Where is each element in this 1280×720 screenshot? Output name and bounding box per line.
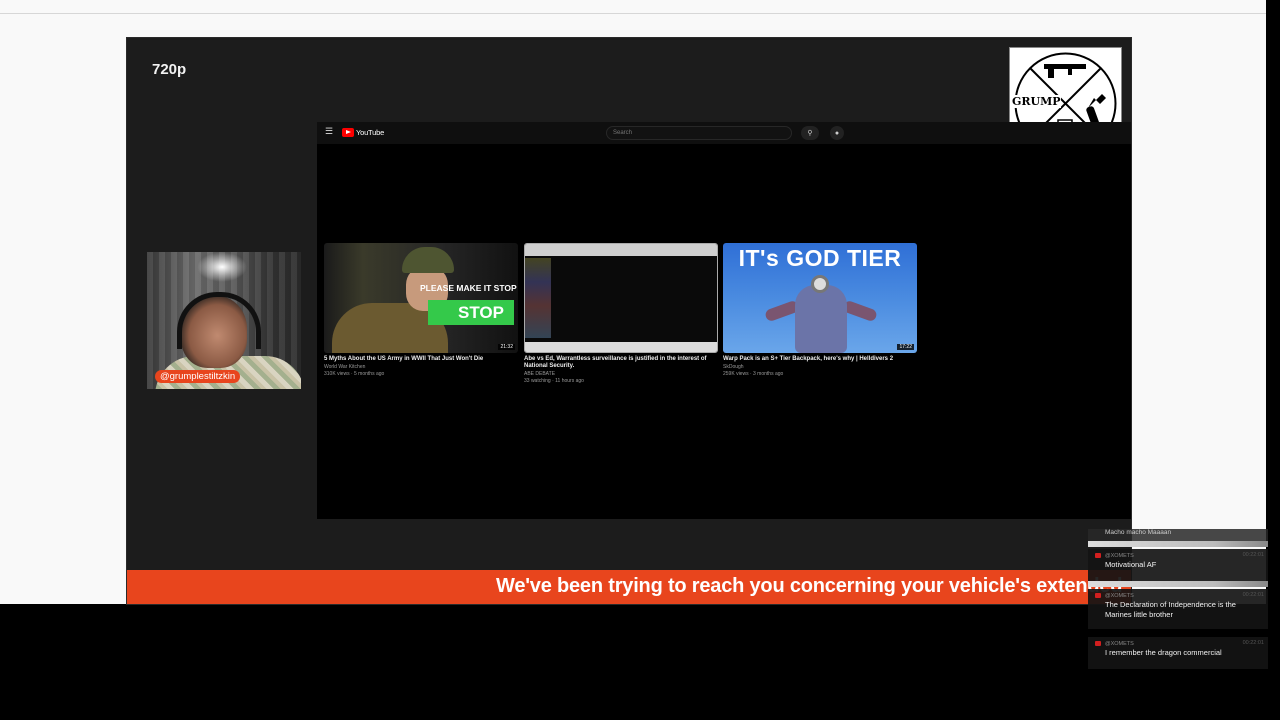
youtube-icon [1095, 593, 1101, 598]
news-ticker: We've been trying to reach you concernin… [127, 570, 1131, 604]
chat-text: The Declaration of Independence is the M… [1105, 600, 1236, 619]
studio-light [197, 252, 247, 282]
page-divider [0, 13, 1266, 14]
search-button[interactable]: ⚲ [801, 126, 819, 140]
thumbnail-caption: IT's GOD TIER [738, 245, 902, 271]
video-channel[interactable]: SkDough [723, 364, 917, 370]
thumbnail-header [525, 244, 717, 256]
video-title[interactable]: 5 Myths About the US Army in WWII That J… [324, 356, 518, 363]
video-meta: 310K views · 5 months ago [324, 371, 385, 377]
chat-timestamp: 00:22:01 [1242, 592, 1264, 598]
video-title[interactable]: Abe vs Ed, Warrantless surveillance is j… [524, 356, 718, 370]
helmet-icon [402, 247, 454, 273]
video-thumbnail[interactable]: PLEASE MAKE IT STOP STOP 21:32 [324, 243, 518, 353]
video-meta: 33 watching · 11 hours ago [524, 378, 584, 384]
streamer-username-tag: @grumplestiltzkin [155, 370, 241, 383]
quality-label: 720p [152, 61, 187, 78]
video-meta: 259K views · 3 months ago [723, 371, 784, 377]
chat-text: Motivational AF [1105, 560, 1157, 569]
chat-divider [1088, 541, 1268, 547]
hamburger-icon[interactable]: ☰ [325, 126, 333, 137]
chat-timestamp: 00:22:01 [1242, 552, 1264, 558]
stream-player[interactable]: 720p GRUMP @grumplestiltzkin ☰ YouTube S… [127, 38, 1131, 604]
video-channel[interactable]: ABE DEBATE [524, 371, 718, 377]
chat-username: @XOMETS [1105, 641, 1134, 647]
thumbnail-footer [525, 342, 717, 352]
youtube-search-input[interactable]: Search [606, 126, 792, 140]
logo-text: GRUMP [1012, 95, 1061, 108]
video-title[interactable]: Warp Pack is an S+ Tier Backpack, here's… [723, 356, 917, 363]
search-icon: ⚲ [807, 130, 813, 137]
video-duration: 21:32 [498, 344, 515, 350]
mic-button[interactable]: ● [830, 126, 844, 140]
chat-message: @XOMETS 00:22:01 The Declaration of Inde… [1088, 589, 1268, 629]
chat-message: @XOMETS 00:22:01 Motivational AF [1088, 549, 1268, 581]
youtube-logo-text[interactable]: YouTube [356, 128, 384, 137]
video-duration: 17:22 [897, 344, 914, 350]
chat-username: @XOMETS [1105, 593, 1134, 599]
browser-page: 720p GRUMP @grumplestiltzkin ☰ YouTube S… [0, 0, 1280, 604]
chat-message: @XOMETS 00:22:01 I remember the dragon c… [1088, 637, 1268, 669]
robot-eye-icon [811, 275, 829, 293]
youtube-window[interactable]: ☰ YouTube Search ⚲ ● PLEASE MAKE IT STOP… [317, 122, 1131, 519]
video-channel[interactable]: World War Kitchen [324, 364, 518, 370]
youtube-icon [1095, 553, 1101, 558]
thumbnail-caption: PLEASE MAKE IT STOP [420, 283, 517, 293]
chat-username: @XOMETS [1105, 553, 1134, 559]
video-card[interactable]: Abe vs Ed, Warrantless surveillance is j… [524, 243, 718, 398]
youtube-topbar: ☰ YouTube Search ⚲ ● [317, 122, 1131, 144]
chat-text: I remember the dragon commercial [1105, 648, 1222, 657]
scrollbar-track[interactable] [1266, 0, 1280, 604]
thumbnail-robot [795, 285, 847, 353]
thumbnail-robot-arm [841, 299, 879, 323]
chat-overlay: Macho macho Maaaan @XOMETS 00:22:01 Moti… [1088, 529, 1268, 674]
ticker-text: We've been trying to reach you concernin… [496, 575, 1123, 597]
mic-icon: ● [834, 129, 840, 137]
video-card[interactable]: PLEASE MAKE IT STOP STOP 21:32 5 Myths A… [324, 243, 518, 398]
video-thumbnail[interactable] [524, 243, 718, 353]
video-thumbnail[interactable]: IT's GOD TIER 17:22 [723, 243, 917, 353]
youtube-icon [1095, 641, 1101, 646]
webcam-feed: @grumplestiltzkin [147, 252, 301, 389]
chat-previous-message: Macho macho Maaaan [1088, 529, 1268, 541]
chat-divider [1088, 581, 1268, 587]
thumbnail-sidebar [525, 258, 551, 338]
youtube-logo-icon[interactable] [342, 128, 354, 137]
chat-timestamp: 00:22:01 [1242, 640, 1264, 646]
thumbnail-highlight: STOP [428, 300, 514, 325]
video-card[interactable]: IT's GOD TIER 17:22 Warp Pack is an S+ T… [723, 243, 917, 398]
